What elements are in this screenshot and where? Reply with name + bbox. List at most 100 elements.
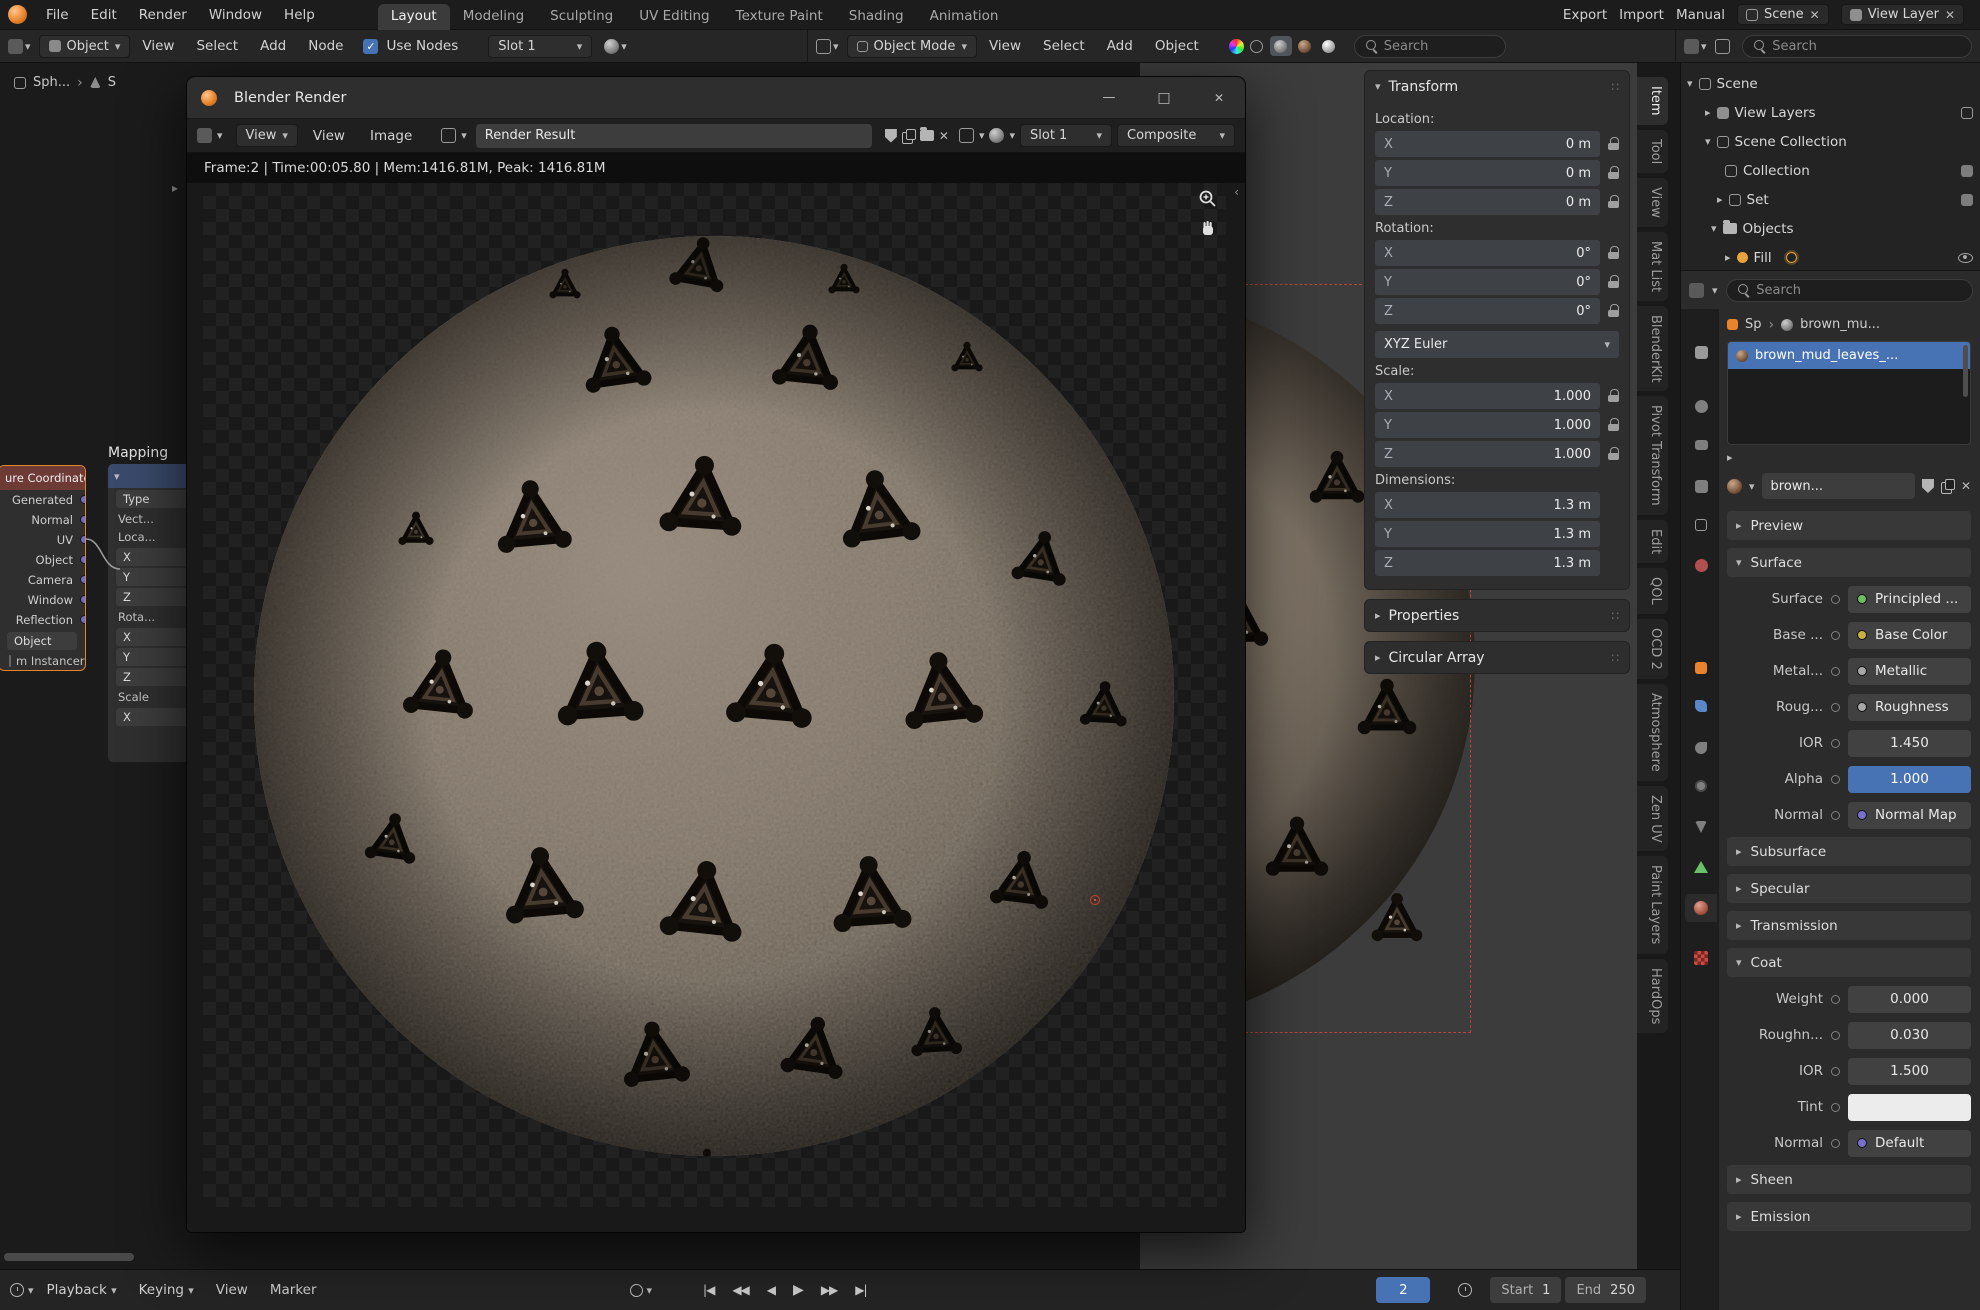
fake-user-icon[interactable] <box>1922 479 1934 493</box>
decorator-icon[interactable] <box>1831 1067 1840 1076</box>
ior-field[interactable]: 1.450 <box>1848 730 1971 757</box>
tab-edit[interactable]: Edit <box>1637 520 1668 563</box>
surface-shader-button[interactable]: Principled ... <box>1848 586 1971 613</box>
tab-paint-layers[interactable]: Paint Layers <box>1637 856 1668 953</box>
render-window[interactable]: Blender Render View View Image Render Re… <box>186 76 1246 1233</box>
tab-qol[interactable]: QOL <box>1637 568 1668 614</box>
tab-atmosphere[interactable]: Atmosphere <box>1637 684 1668 781</box>
rotation-x-field[interactable]: X0° <box>1375 240 1600 266</box>
output-object[interactable]: Object <box>0 550 85 570</box>
metallic-button[interactable]: Metallic <box>1848 658 1971 685</box>
coat-tint-swatch[interactable] <box>1848 1094 1971 1121</box>
current-frame-field[interactable]: 2 <box>1376 1277 1430 1303</box>
chevron-down-icon[interactable] <box>621 41 627 52</box>
view-layer-tab[interactable] <box>1685 472 1717 500</box>
chevron-down-icon[interactable] <box>833 41 839 52</box>
material-name-field[interactable]: brown... <box>1762 473 1915 499</box>
workspace-tab-animation[interactable]: Animation <box>917 4 1012 30</box>
tab-item[interactable]: Item <box>1637 77 1668 125</box>
timeline-editor-icon[interactable] <box>10 1283 24 1297</box>
preview-section-header[interactable]: Preview <box>1727 511 1971 540</box>
base-color-button[interactable]: Base Color <box>1848 622 1971 649</box>
jump-to-start-button[interactable] <box>696 1279 721 1301</box>
properties-search[interactable] <box>1726 279 1973 302</box>
slot-expand-icon[interactable] <box>1727 452 1733 463</box>
close-button[interactable] <box>1197 77 1241 119</box>
vp-menu-object[interactable]: Object <box>1145 35 1209 57</box>
output-window[interactable]: Window <box>0 590 85 610</box>
view-layer-unlink-icon[interactable] <box>1945 9 1955 21</box>
render-tab[interactable] <box>1685 392 1717 420</box>
display-channels-icon[interactable] <box>989 128 1004 143</box>
output-tab[interactable] <box>1685 431 1717 459</box>
lock-icon[interactable] <box>1607 195 1619 209</box>
workspace-tab-modeling[interactable]: Modeling <box>450 4 537 30</box>
unlink-icon[interactable] <box>1961 480 1971 492</box>
outliner-row-view-layers[interactable]: View Layers <box>1687 98 1973 127</box>
manual-button[interactable]: Manual <box>1676 7 1725 23</box>
shading-solid-button[interactable] <box>1270 36 1292 56</box>
socket-icon[interactable] <box>80 495 86 504</box>
normal-map-button[interactable]: Normal Map <box>1848 802 1971 829</box>
outliner-search[interactable] <box>1742 35 1972 58</box>
lock-icon[interactable] <box>1607 418 1619 432</box>
collapse-icon[interactable] <box>114 471 120 482</box>
maximize-button[interactable] <box>1142 77 1186 119</box>
chevron-down-icon[interactable] <box>25 41 31 52</box>
image-browse-icon[interactable] <box>441 128 456 143</box>
image-name-field[interactable]: Render Result <box>476 124 872 148</box>
shader-mode-dropdown[interactable]: Object <box>39 35 131 58</box>
location-z-field[interactable]: Z0 m <box>1375 189 1600 215</box>
texcoord-object-field[interactable]: Object <box>7 632 77 650</box>
viewport-search-input[interactable] <box>1384 39 1495 54</box>
rotation-y-field[interactable]: Y0° <box>1375 269 1600 295</box>
outliner-row-set[interactable]: Set <box>1687 185 1973 214</box>
image-mode-dropdown[interactable]: View <box>236 124 298 147</box>
jump-to-end-button[interactable] <box>848 1279 873 1301</box>
menu-edit[interactable]: Edit <box>80 5 128 25</box>
socket-icon[interactable] <box>80 615 86 624</box>
transmission-section[interactable]: Transmission <box>1727 911 1971 940</box>
chevron-down-icon[interactable] <box>1687 78 1693 89</box>
material-preview-icon[interactable] <box>604 39 619 54</box>
workspace-tab-shading[interactable]: Shading <box>836 4 917 30</box>
editor-type-icon[interactable] <box>816 39 831 54</box>
tab-zen-uv[interactable]: Zen UV <box>1637 786 1668 852</box>
workspace-tab-texturepaint[interactable]: Texture Paint <box>723 4 836 30</box>
subsurface-section[interactable]: Subsurface <box>1727 837 1971 866</box>
coat-ior-field[interactable]: 1.500 <box>1848 1058 1971 1085</box>
decorator-icon[interactable] <box>1831 595 1840 604</box>
scale-y-field[interactable]: Y1.000 <box>1375 412 1600 438</box>
workspace-tab-uvediting[interactable]: UV Editing <box>626 4 722 30</box>
shading-material-button[interactable] <box>1294 36 1316 56</box>
chevron-down-icon[interactable] <box>1009 130 1015 141</box>
archive-icon[interactable] <box>1961 165 1973 177</box>
editor-type-icon[interactable] <box>197 128 212 143</box>
location-x-field[interactable]: X0 m <box>1375 131 1600 157</box>
use-nodes-checkbox[interactable] <box>363 39 378 54</box>
playback-menu[interactable]: Playback <box>38 1279 126 1301</box>
chevron-down-icon[interactable] <box>979 130 985 141</box>
texture-coordinate-node[interactable]: ure Coordinate Generated Normal UV Objec… <box>0 465 86 671</box>
horizontal-scrollbar[interactable] <box>4 1253 134 1261</box>
tab-view[interactable]: View <box>1637 178 1668 227</box>
texture-tab[interactable] <box>1685 944 1717 972</box>
new-image-icon[interactable] <box>902 129 915 143</box>
fake-user-icon[interactable] <box>885 129 897 143</box>
chevron-down-icon[interactable] <box>217 130 223 141</box>
outliner-search-input[interactable] <box>1772 39 1961 54</box>
render-pass-dropdown[interactable]: Composite <box>1117 124 1235 147</box>
scene-selector[interactable]: Scene <box>1737 4 1829 25</box>
slot-dropdown[interactable]: Slot 1 <box>488 35 592 58</box>
coat-normal-button[interactable]: Default <box>1848 1130 1971 1157</box>
mode-dropdown[interactable]: Object Mode <box>847 35 977 58</box>
chevron-down-icon[interactable] <box>647 1285 653 1296</box>
frame-end-field[interactable]: End 250 <box>1565 1277 1646 1303</box>
open-image-icon[interactable] <box>920 130 934 141</box>
chevron-down-icon[interactable] <box>1701 41 1707 52</box>
next-keyframe-button[interactable] <box>814 1279 844 1301</box>
coat-roughness-field[interactable]: 0.030 <box>1848 1022 1971 1049</box>
shader-menu-node[interactable]: Node <box>298 35 353 57</box>
outliner-display-icon[interactable] <box>1684 39 1699 54</box>
tab-mat-list[interactable]: Mat List <box>1637 232 1668 301</box>
